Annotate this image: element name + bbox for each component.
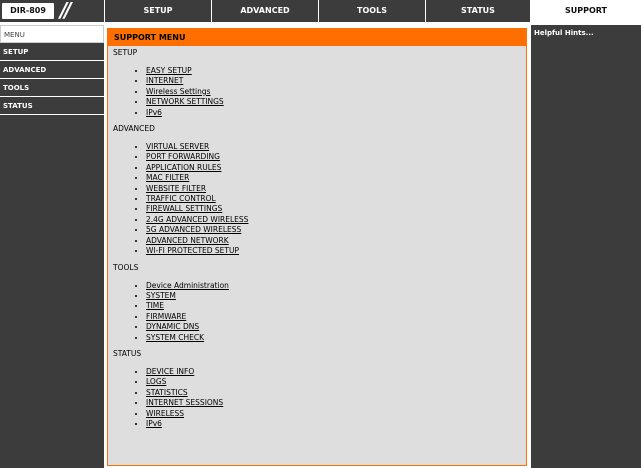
support-link[interactable]: PORT FORWARDING [146,152,220,161]
section-link-list: EASY SETUPINTERNET Wireless SettingsNETWO… [108,66,526,118]
list-item: LOGS [146,377,526,387]
list-item: WEBSITE FILTER [146,184,526,194]
support-link[interactable]: EASY SETUP [146,66,192,75]
list-item: 2.4G ADVANCED WIRELESS [146,215,526,225]
support-link[interactable]: Wireless Settings [146,87,211,96]
sidebar-item-status[interactable]: STATUS [0,97,104,115]
support-link[interactable]: 2.4G ADVANCED WIRELESS [146,215,248,224]
list-item: ADVANCED NETWORK [146,236,526,246]
main-tabs: SETUP ADVANCED TOOLS STATUS SUPPORT [104,0,641,22]
support-link[interactable]: SYSTEM [146,291,176,300]
section-title-advanced: ADVANCED [113,124,155,134]
support-link[interactable]: FIRMWARE [146,312,186,321]
list-item: VIRTUAL SERVER [146,142,526,152]
support-link[interactable]: DEVICE INFO [146,367,194,376]
list-item: DEVICE INFO [146,367,526,377]
support-link[interactable]: INTERNET [146,76,183,85]
list-item: IPv6 [146,108,526,118]
section-title-status: STATUS [113,348,142,358]
support-link[interactable]: INTERNET SESSIONS [146,398,223,407]
list-item: NETWORK SETTINGS [146,97,526,107]
helpful-hints-panel: Helpful Hints... [531,25,641,468]
tab-setup[interactable]: SETUP [104,0,211,22]
support-link[interactable]: VIRTUAL SERVER [146,142,209,151]
support-link[interactable]: ADVANCED NETWORK [146,236,229,245]
section-link-list: Device AdministrationSYSTEMTIME FIRMWARED… [108,281,526,343]
list-item: TRAFFIC CONTROL [146,194,526,204]
brand-slashes-icon: // [60,0,71,22]
list-item: WIRELESS [146,409,526,419]
section-title-setup: SETUP [113,48,138,57]
list-item: IPv6 [146,419,526,429]
tab-support[interactable]: SUPPORT [530,0,641,22]
list-item: Wireless Settings [146,87,526,97]
support-link[interactable]: NETWORK SETTINGS [146,97,224,106]
tab-status[interactable]: STATUS [425,0,530,22]
support-link[interactable]: WIRELESS [146,409,184,418]
support-link[interactable]: Device Administration [146,281,229,290]
support-link[interactable]: TRAFFIC CONTROL [146,194,216,203]
list-item: INTERNET SESSIONS [146,398,526,408]
sidebar-item-menu[interactable]: MENU [0,25,104,43]
support-link[interactable]: LOGS [146,377,166,386]
list-item: WI-FI PROTECTED SETUP [146,246,526,256]
list-item: APPLICATION RULES [146,163,526,173]
tab-advanced[interactable]: ADVANCED [211,0,318,22]
list-item: FIREWALL SETTINGS [146,204,526,214]
support-menu-sections: SETUP EASY SETUPINTERNET Wireless Settings… [108,48,526,429]
list-item: 5G ADVANCED WIRELESS [146,225,526,235]
section-link-list: VIRTUAL SERVERPORT FORWARDING APPLICATION… [108,142,526,256]
sidebar-item-tools[interactable]: TOOLS [0,79,104,97]
tab-tools[interactable]: TOOLS [318,0,425,22]
section-link-list: DEVICE INFOLOGS STATISTICSINTERNET SESSIO… [108,367,526,429]
support-menu-title: SUPPORT MENU [108,29,526,46]
support-link[interactable]: IPv6 [146,419,162,428]
list-item: SYSTEM [146,291,526,301]
helpful-hints-title: Helpful Hints... [534,29,594,37]
top-navigation-bar: DIR-809 // SETUP ADVANCED TOOLS STATUS SUPPO… [0,0,641,22]
support-link[interactable]: STATISTICS [146,388,188,397]
list-item: STATISTICS [146,388,526,398]
list-item: DYNAMIC DNS [146,322,526,332]
support-link[interactable]: WEBSITE FILTER [146,184,206,193]
support-link[interactable]: MAC FILTER [146,173,189,182]
support-link[interactable]: DYNAMIC DNS [146,322,199,331]
sidebar-item-setup[interactable]: SETUP [0,43,104,61]
support-menu-panel: SUPPORT MENU SETUP EASY SETUPINTERNET Wire… [107,28,527,466]
sidebar-item-advanced[interactable]: ADVANCED [0,61,104,79]
model-name: DIR-809 [2,3,54,19]
support-link[interactable]: TIME [146,301,164,310]
left-sidebar: MENU SETUP ADVANCED TOOLS STATUS [0,25,104,468]
section-title-tools: TOOLS [113,262,139,272]
support-link[interactable]: WI-FI PROTECTED SETUP [146,246,239,255]
support-link[interactable]: FIREWALL SETTINGS [146,204,222,213]
list-item: FIRMWARE [146,312,526,322]
support-link[interactable]: 5G ADVANCED WIRELESS [146,225,241,234]
support-link[interactable]: SYSTEM CHECK [146,333,204,342]
list-item: Device Administration [146,281,526,291]
support-link[interactable]: APPLICATION RULES [146,163,221,172]
list-item: TIME [146,301,526,311]
list-item: EASY SETUP [146,66,526,76]
list-item: MAC FILTER [146,173,526,183]
list-item: PORT FORWARDING [146,152,526,162]
support-link[interactable]: IPv6 [146,108,162,117]
list-item: SYSTEM CHECK [146,333,526,343]
list-item: INTERNET [146,76,526,86]
